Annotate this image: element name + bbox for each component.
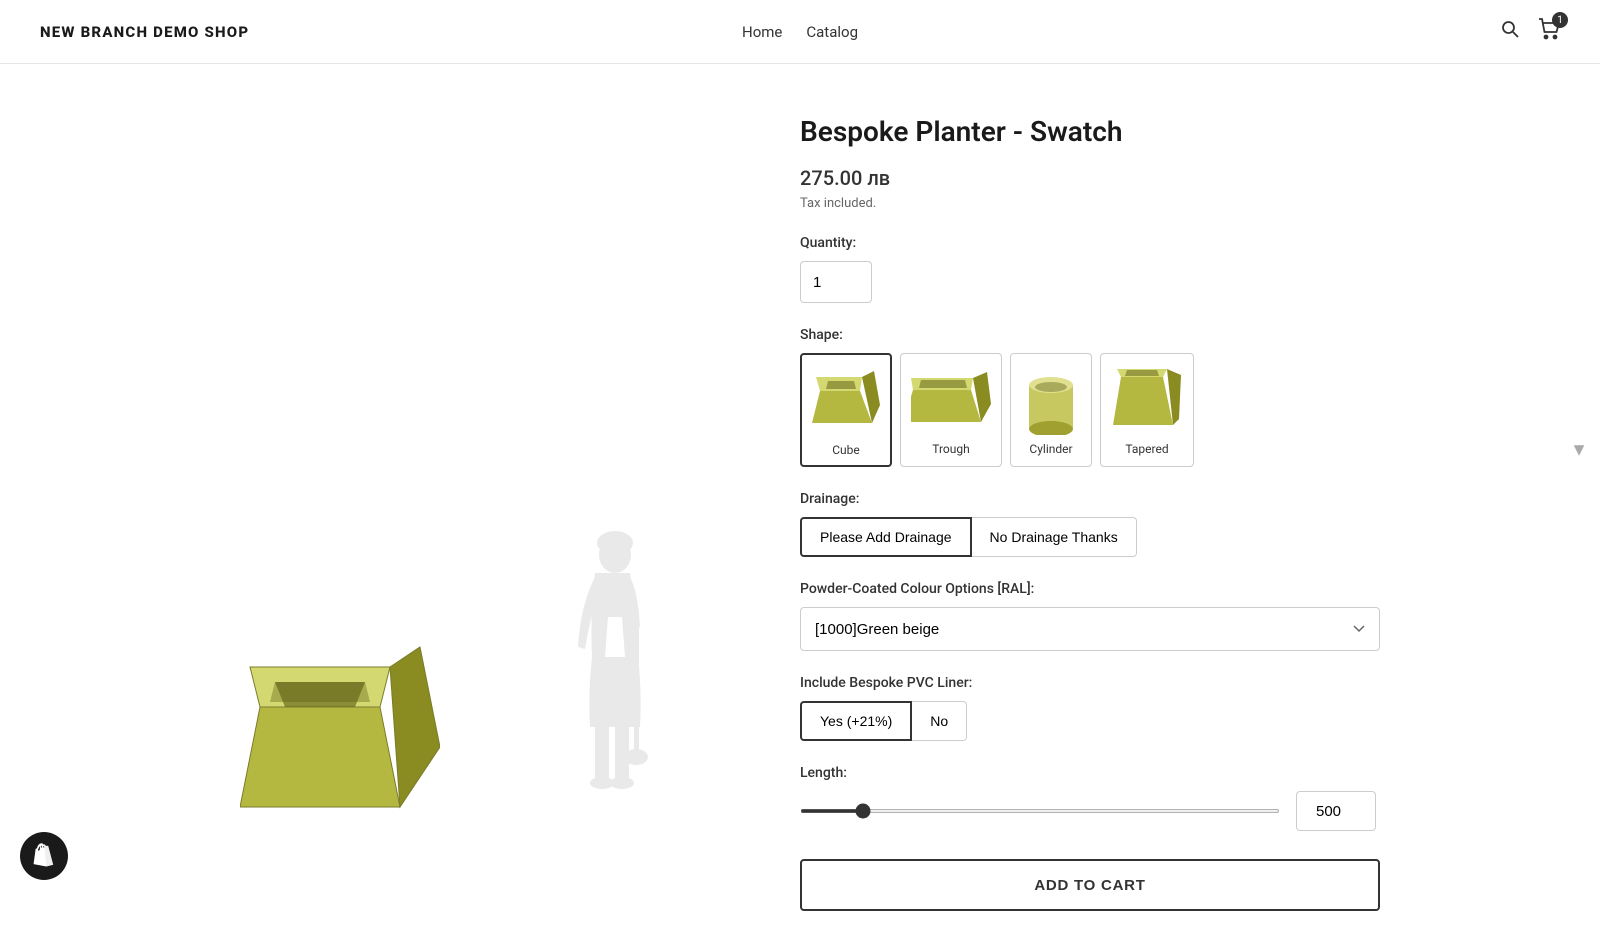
- shape-label-cube: Cube: [812, 443, 880, 457]
- shape-img-tapered: [1111, 362, 1183, 438]
- cart-badge: 1: [1552, 12, 1568, 28]
- drainage-add-button[interactable]: Please Add Drainage: [800, 517, 972, 557]
- liner-options: Yes (+21%) No: [800, 701, 1460, 741]
- liner-section: Include Bespoke PVC Liner: Yes (+21%) No: [800, 675, 1460, 741]
- planter-image: [240, 627, 440, 851]
- main-content: Bespoke Planter - Swatch 275.00 лв Tax i…: [100, 64, 1500, 951]
- shape-section: Shape: Cube: [800, 327, 1460, 467]
- drainage-none-button[interactable]: No Drainage Thanks: [972, 517, 1137, 557]
- product-price: 275.00 лв: [800, 166, 1460, 190]
- shape-options: Cube Trough: [800, 353, 1460, 467]
- shape-label-cylinder: Cylinder: [1021, 442, 1081, 456]
- colour-label: Powder-Coated Colour Options [RAL]:: [800, 581, 1460, 597]
- add-to-cart-button[interactable]: ADD TO CART: [800, 859, 1380, 911]
- header: NEW BRANCH DEMO SHOP Home Catalog 1: [0, 0, 1600, 64]
- site-logo[interactable]: NEW BRANCH DEMO SHOP: [40, 23, 249, 41]
- tax-note: Tax included.: [800, 196, 1460, 211]
- shape-img-cube: [812, 363, 880, 439]
- colour-select[interactable]: [1000]Green beige [1001]Beige [1002]Sand…: [800, 607, 1380, 651]
- shape-option-cube[interactable]: Cube: [800, 353, 892, 467]
- length-label: Length:: [800, 765, 1460, 781]
- search-icon[interactable]: [1500, 19, 1520, 44]
- nav-home[interactable]: Home: [742, 23, 782, 41]
- length-section: Length:: [800, 765, 1460, 831]
- quantity-input[interactable]: [800, 261, 872, 303]
- liner-no-button[interactable]: No: [912, 701, 967, 741]
- shape-option-trough[interactable]: Trough: [900, 353, 1002, 467]
- slider-row: [800, 791, 1460, 831]
- shopify-badge[interactable]: [20, 832, 68, 880]
- drainage-options: Please Add Drainage No Drainage Thanks: [800, 517, 1460, 557]
- scroll-indicator: ▼: [1570, 440, 1588, 461]
- header-icons: 1: [1500, 18, 1560, 45]
- colour-section: Powder-Coated Colour Options [RAL]: [100…: [800, 581, 1460, 651]
- product-image-area: [140, 104, 760, 911]
- shape-label-tapered: Tapered: [1111, 442, 1183, 456]
- shape-label: Shape:: [800, 327, 1460, 343]
- quantity-label: Quantity:: [800, 235, 1460, 251]
- figure-silhouette: [560, 527, 680, 831]
- drainage-section: Drainage: Please Add Drainage No Drainag…: [800, 491, 1460, 557]
- main-nav: Home Catalog: [742, 23, 858, 41]
- shape-option-tapered[interactable]: Tapered: [1100, 353, 1194, 467]
- product-details: Bespoke Planter - Swatch 275.00 лв Tax i…: [760, 104, 1460, 911]
- shape-img-trough: [911, 362, 991, 438]
- drainage-label: Drainage:: [800, 491, 1460, 507]
- cart-icon[interactable]: 1: [1538, 18, 1560, 45]
- length-slider[interactable]: [800, 809, 1280, 813]
- product-title: Bespoke Planter - Swatch: [800, 114, 1460, 150]
- shape-label-trough: Trough: [911, 442, 991, 456]
- nav-catalog[interactable]: Catalog: [806, 23, 858, 41]
- shape-img-cylinder: [1021, 362, 1081, 438]
- liner-yes-button[interactable]: Yes (+21%): [800, 701, 912, 741]
- length-input[interactable]: [1296, 791, 1376, 831]
- shape-option-cylinder[interactable]: Cylinder: [1010, 353, 1092, 467]
- liner-label: Include Bespoke PVC Liner:: [800, 675, 1460, 691]
